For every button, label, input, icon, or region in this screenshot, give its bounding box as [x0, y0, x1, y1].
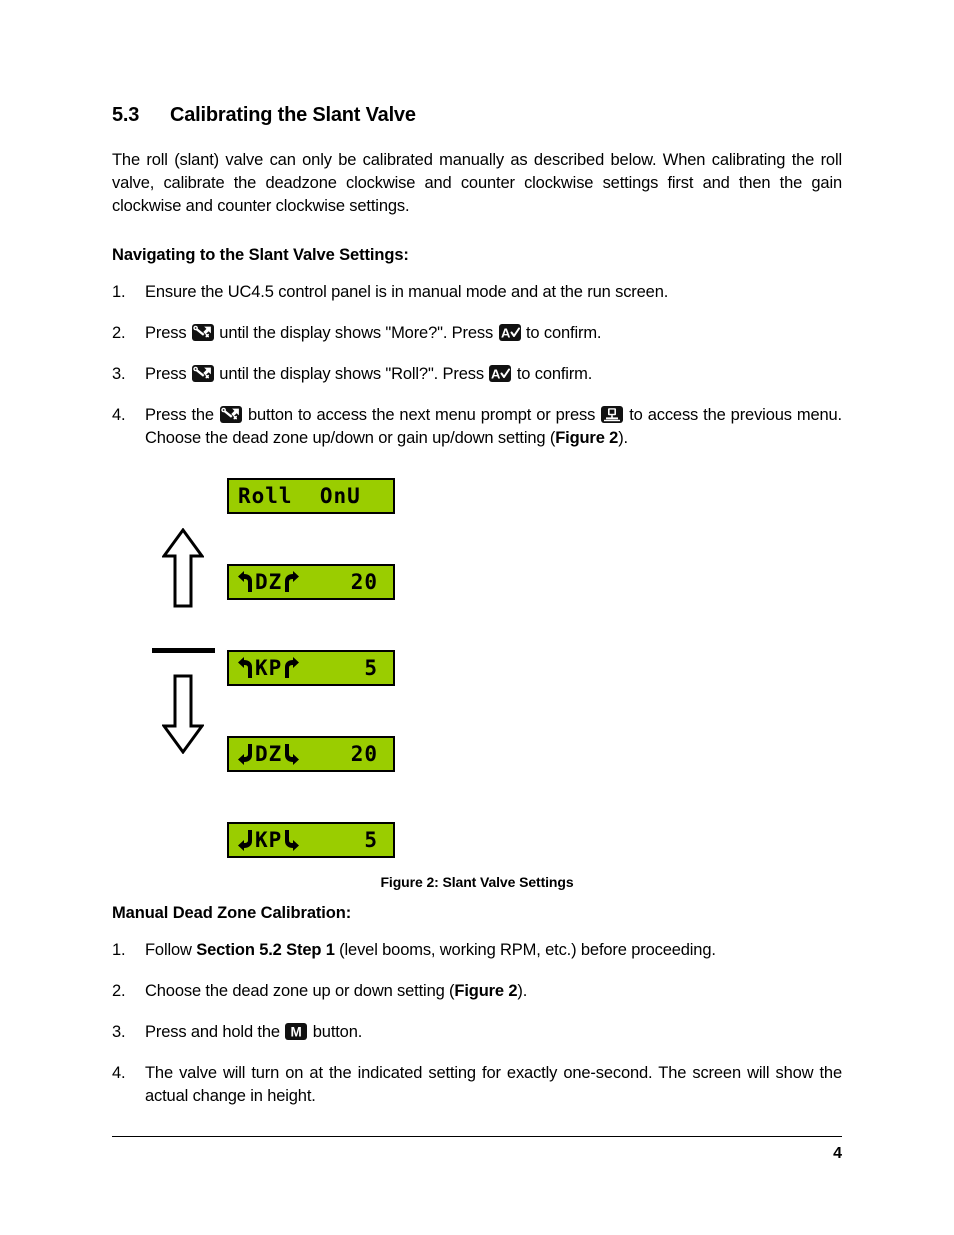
list-item-text: Ensure the UC4.5 control panel is in man… [145, 283, 668, 301]
list-item-text: Choose the dead zone up or down setting … [145, 982, 527, 1000]
lcd-value-kp-up: 5 [364, 656, 378, 680]
ccw-down-arrow-icon [282, 829, 300, 851]
wrench-x-icon[interactable] [191, 324, 214, 341]
list-item: 3. Press and hold the M button. [112, 1021, 842, 1044]
navigating-steps-list: 1. Ensure the UC4.5 control panel is in m… [112, 281, 842, 450]
boom-raise-icon[interactable] [601, 406, 624, 423]
down-arrow-outline-icon [161, 674, 205, 759]
list-item: 2. Press until the display shows "More?".… [112, 322, 842, 345]
lcd-label-kp-down: KP [255, 827, 283, 852]
list-item: 4. The valve will turn on at the indicate… [112, 1062, 842, 1108]
footer-divider [112, 1136, 842, 1137]
lcd-screen-roll-onu: Roll OnU [227, 478, 395, 514]
text-run: Ensure the UC4.5 control panel is in man… [145, 283, 669, 301]
list-item: 1. Follow Section 5.2 Step 1 (level booms… [112, 939, 842, 962]
list-item-text: Follow Section 5.2 Step 1 (level booms, … [145, 941, 716, 959]
text-run-bold: Section 5.2 Step 1 [196, 941, 335, 959]
list-item: 1. Ensure the UC4.5 control panel is in m… [112, 281, 842, 304]
text-run: button. [308, 1023, 363, 1041]
cw-down-arrow-icon [238, 743, 255, 765]
manual-calibration-heading: Manual Dead Zone Calibration: [112, 904, 352, 922]
list-item-text: Press until the display shows "Roll?". P… [145, 365, 592, 383]
text-run: to confirm. [512, 365, 593, 383]
list-item-marker: 3. [112, 365, 126, 383]
svg-text:A: A [491, 367, 501, 382]
text-run: ). [618, 429, 628, 447]
intro-paragraph: The roll (slant) valve can only be calib… [112, 151, 842, 215]
list-item: 3. Press until the display shows "Roll?".… [112, 363, 842, 386]
lcd-text-roll-onu: Roll OnU [238, 483, 361, 508]
section-title: Calibrating the Slant Valve [170, 104, 416, 126]
text-run-bold: Figure 2 [555, 429, 619, 447]
list-item-text: Press until the display shows "More?". P… [145, 324, 602, 342]
text-run: (level booms, working RPM, etc.) before … [334, 941, 716, 959]
list-item: 2. Choose the dead zone up or down settin… [112, 980, 842, 1003]
text-run: Follow [145, 941, 197, 959]
manual-calibration-steps-list: 1. Follow Section 5.2 Step 1 (level booms… [112, 939, 842, 1108]
list-item: 4. Press the button to access the next me… [112, 404, 842, 450]
figure-caption: Figure 2: Slant Valve Settings [380, 874, 574, 890]
cw-up-arrow-icon [282, 657, 300, 679]
text-run: Choose the dead zone up or down setting … [145, 982, 455, 1000]
cw-up-arrow-icon [282, 571, 300, 593]
lcd-value-dz-up: 20 [350, 570, 378, 594]
wrench-x-icon[interactable] [191, 365, 214, 382]
wrench-x-icon[interactable] [219, 406, 242, 423]
text-run: button to access the next menu prompt or… [242, 406, 601, 424]
cw-down-arrow-icon [238, 829, 255, 851]
list-item-marker: 2. [112, 982, 126, 1000]
text-run: The valve will turn on at the indicated … [145, 1064, 842, 1105]
list-item-marker: 4. [112, 1064, 126, 1082]
text-run: to confirm. [521, 324, 602, 342]
a-check-icon[interactable]: A [489, 365, 512, 382]
lcd-screen-dz-up: DZ 20 [227, 564, 395, 600]
list-item-text: Press and hold the M button. [145, 1023, 362, 1041]
list-item-marker: 4. [112, 406, 126, 424]
ccw-down-arrow-icon [282, 743, 300, 765]
text-run-bold: Figure 2 [454, 982, 518, 1000]
text-run: ). [517, 982, 528, 1000]
lcd-screen-dz-down: DZ 20 [227, 736, 395, 772]
ccw-up-arrow-icon [238, 657, 255, 679]
page-title: 5.3 Calibrating the Slant Valve [112, 104, 842, 127]
svg-text:A: A [501, 326, 511, 341]
lcd-value-dz-down: 20 [350, 742, 378, 766]
svg-text:M: M [291, 1025, 302, 1040]
text-run: until the display shows "More?". Press [214, 324, 498, 342]
up-arrow-outline-icon [161, 527, 205, 613]
lcd-label-kp-up: KP [255, 655, 283, 680]
lcd-value-kp-down: 5 [364, 828, 378, 852]
document-page: 5.3 Calibrating the Slant Valve The roll… [0, 0, 954, 1235]
list-item-marker: 1. [112, 941, 126, 959]
list-item-text: The valve will turn on at the indicated … [145, 1064, 842, 1105]
lcd-label-dz-down: DZ [255, 741, 283, 766]
navigating-heading: Navigating to the Slant Valve Settings: [112, 246, 409, 264]
list-item-text: Press the button to access the next menu… [145, 406, 842, 447]
text-run: Press the [145, 406, 219, 424]
text-run: Press [145, 365, 191, 383]
lcd-screen-kp-down: KP 5 [227, 822, 395, 858]
list-item-marker: 2. [112, 324, 126, 342]
text-run: until the display shows "Roll?". Press [214, 365, 489, 383]
text-run: Press and hold the [145, 1023, 285, 1041]
lcd-screen-kp-up: KP 5 [227, 650, 395, 686]
m-button-icon[interactable]: M [285, 1023, 308, 1040]
section-number: 5.3 [112, 104, 140, 126]
figure-slant-valve-settings: Roll OnU DZ 20 KP 5 DZ 20 KP 5 Figure 2:… [112, 478, 842, 890]
figure-separator-rule [152, 648, 215, 653]
page-content: 5.3 Calibrating the Slant Valve The roll… [112, 104, 842, 1108]
lcd-label-dz-up: DZ [255, 569, 283, 594]
ccw-up-arrow-icon [238, 571, 255, 593]
a-check-icon[interactable]: A [498, 324, 521, 341]
list-item-marker: 3. [112, 1023, 126, 1041]
page-number: 4 [833, 1145, 842, 1162]
list-item-marker: 1. [112, 283, 126, 301]
text-run: Press [145, 324, 191, 342]
